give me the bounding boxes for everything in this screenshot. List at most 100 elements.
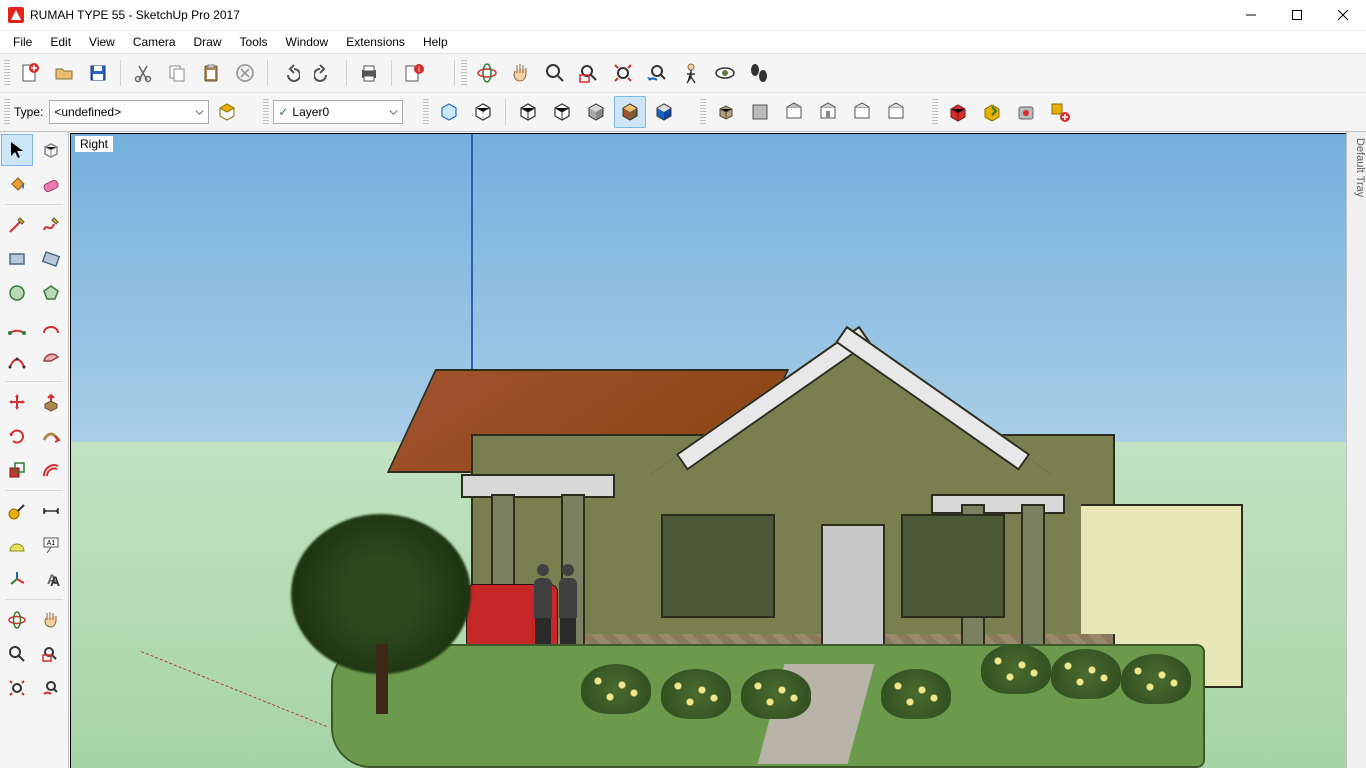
pan-tool[interactable] [35,604,67,636]
save-file-button[interactable] [82,57,114,89]
menu-extensions[interactable]: Extensions [337,33,414,51]
zoom-window-button[interactable] [573,57,605,89]
delete-button[interactable] [229,57,261,89]
circle-tool[interactable] [1,277,33,309]
toolbar-grip[interactable] [423,99,429,125]
copy-button[interactable] [161,57,193,89]
walk-button[interactable] [743,57,775,89]
axes-tool[interactable] [1,563,33,595]
tape-measure-tool[interactable] [1,495,33,527]
polygon-tool[interactable] [35,277,67,309]
rotate-tool[interactable] [1,420,33,452]
back-edges-button[interactable] [467,96,499,128]
rotated-rectangle-tool[interactable] [35,243,67,275]
previous-view-button[interactable] [641,57,673,89]
freehand-tool[interactable] [35,209,67,241]
menu-file[interactable]: File [4,33,41,51]
maximize-button[interactable] [1274,0,1320,30]
zoom-button[interactable] [539,57,571,89]
zoom-extents-tool[interactable] [1,672,33,704]
eraser-tool[interactable] [35,168,67,200]
extension-manager-button[interactable] [1044,96,1076,128]
select-tool[interactable] [1,134,33,166]
dimension-tool[interactable] [35,495,67,527]
left-view-button[interactable] [880,96,912,128]
rectangle-tool[interactable] [1,243,33,275]
paste-button[interactable] [195,57,227,89]
menu-draw[interactable]: Draw [185,33,231,51]
iso-view-button[interactable] [710,96,742,128]
share-model-button[interactable] [976,96,1008,128]
open-file-button[interactable] [48,57,80,89]
move-tool[interactable] [1,386,33,418]
default-tray-tab[interactable]: Default Tray [1346,132,1366,768]
text-tool[interactable]: A1 [35,529,67,561]
shaded-textures-button[interactable] [614,96,646,128]
pie-tool[interactable] [35,345,67,377]
3point-arc-tool[interactable] [1,345,33,377]
new-file-button[interactable] [14,57,46,89]
xray-button[interactable] [433,96,465,128]
pushpull-tool[interactable] [35,386,67,418]
zoom-window-tool[interactable] [35,638,67,670]
entity-type-value: <undefined> [54,105,121,119]
hidden-line-button[interactable] [546,96,578,128]
right-view-button[interactable] [812,96,844,128]
back-view-button[interactable] [846,96,878,128]
window-titlebar: RUMAH TYPE 55 - SketchUp Pro 2017 [0,0,1366,31]
offset-tool[interactable] [35,454,67,486]
protractor-tool[interactable] [1,529,33,561]
3d-viewport[interactable]: Right [70,133,1366,768]
component-attributes-button[interactable] [211,96,243,128]
menu-edit[interactable]: Edit [41,33,80,51]
pan-button[interactable] [505,57,537,89]
undo-button[interactable] [274,57,306,89]
paint-bucket-tool[interactable] [1,168,33,200]
zoom-tool[interactable] [1,638,33,670]
toolbar-grip[interactable] [263,99,269,125]
menu-bar: File Edit View Camera Draw Tools Window … [0,31,1366,53]
orbit-button[interactable] [471,57,503,89]
close-button[interactable] [1320,0,1366,30]
make-component-tool[interactable] [35,134,67,166]
minimize-button[interactable] [1228,0,1274,30]
3d-text-tool[interactable]: AA [35,563,67,595]
svg-text:A1: A1 [47,540,56,547]
menu-camera[interactable]: Camera [124,33,185,51]
2point-arc-tool[interactable] [35,311,67,343]
menu-tools[interactable]: Tools [231,33,277,51]
position-camera-button[interactable] [675,57,707,89]
front-view-button[interactable] [778,96,810,128]
toolbar-grip[interactable] [4,60,10,86]
orbit-tool[interactable] [1,604,33,636]
sketchup-app-icon [8,7,24,23]
look-around-button[interactable] [709,57,741,89]
menu-help[interactable]: Help [414,33,457,51]
layer-dropdown[interactable]: ✓ Layer0 [273,100,403,124]
cut-button[interactable] [127,57,159,89]
followme-tool[interactable] [35,420,67,452]
toolbar-grip[interactable] [4,99,10,125]
zoom-extents-button[interactable] [607,57,639,89]
previous-view-tool[interactable] [35,672,67,704]
extension-warehouse-button[interactable] [1010,96,1042,128]
entity-type-dropdown[interactable]: <undefined> [49,100,209,124]
shaded-button[interactable] [580,96,612,128]
toolbar-grip[interactable] [461,60,467,86]
wireframe-button[interactable] [512,96,544,128]
arc-tool[interactable] [1,311,33,343]
menu-window[interactable]: Window [277,33,338,51]
house-model [321,264,1221,684]
toolbar-grip[interactable] [700,99,706,125]
monochrome-button[interactable] [648,96,680,128]
print-button[interactable] [353,57,385,89]
top-view-button[interactable] [744,96,776,128]
scale-tool[interactable] [1,454,33,486]
toolbar-grip[interactable] [932,99,938,125]
svg-text:i: i [418,65,420,74]
model-info-button[interactable]: i [398,57,430,89]
line-tool[interactable] [1,209,33,241]
3d-warehouse-button[interactable] [942,96,974,128]
redo-button[interactable] [308,57,340,89]
menu-view[interactable]: View [80,33,124,51]
